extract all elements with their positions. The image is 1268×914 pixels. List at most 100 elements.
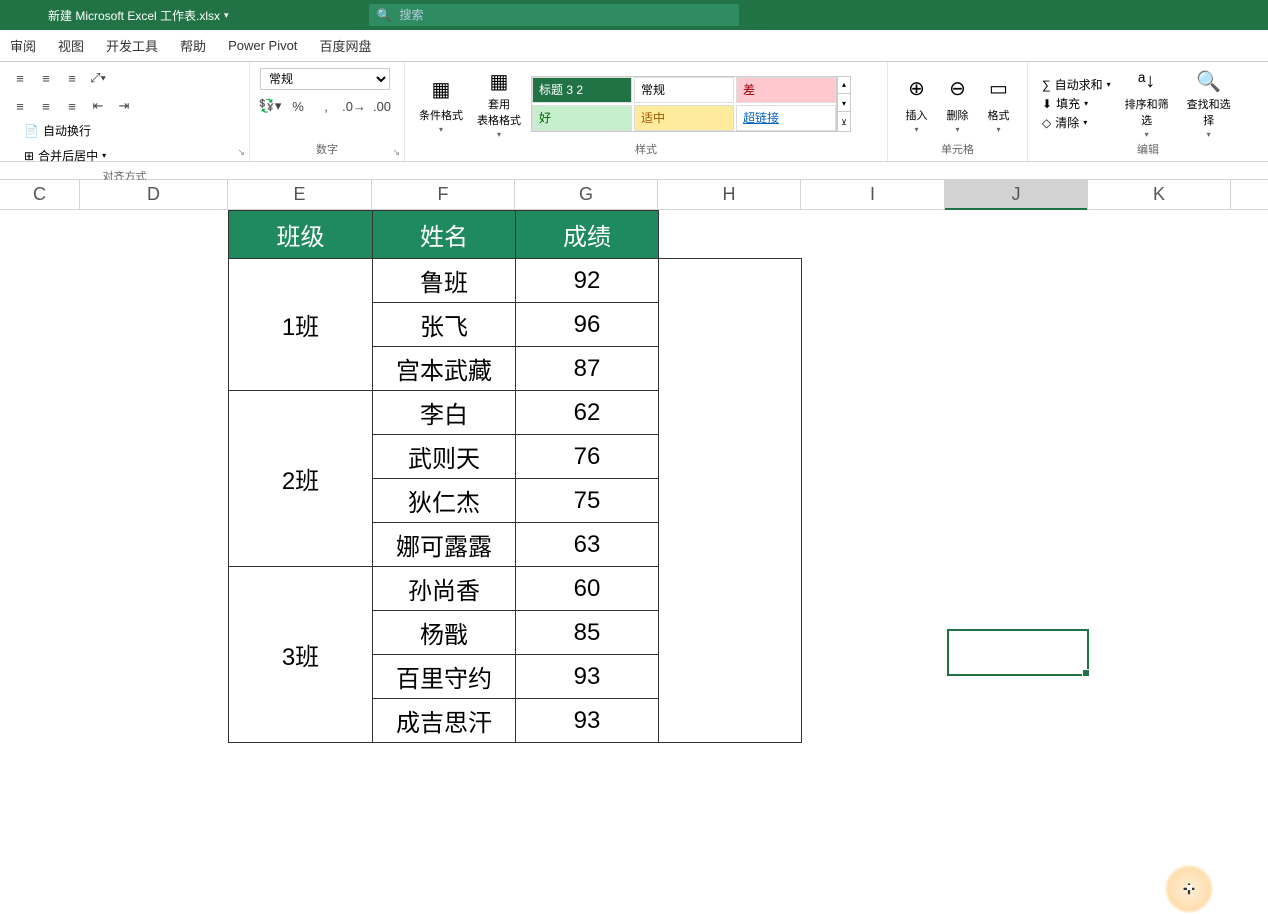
decrease-indent-icon[interactable]: ⇤ <box>88 96 108 116</box>
filename-text: 新建 Microsoft Excel 工作表.xlsx <box>48 7 220 24</box>
clear-button[interactable]: ◇清除▾ <box>1042 114 1111 131</box>
table-row[interactable]: 1班鲁班92 <box>229 259 802 303</box>
sort-filter-button[interactable]: ᵃ↓ 排序和筛选 ▾ <box>1121 69 1173 139</box>
fill-icon: ⬇ <box>1042 97 1052 111</box>
empty-column-h[interactable] <box>659 259 802 743</box>
autosum-button[interactable]: ∑自动求和▾ <box>1042 76 1111 93</box>
score-cell[interactable]: 62 <box>516 391 659 435</box>
name-cell[interactable]: 李白 <box>373 391 516 435</box>
score-cell[interactable]: 76 <box>516 435 659 479</box>
gallery-scroll-down[interactable]: ▾ <box>838 95 850 112</box>
name-cell[interactable]: 宫本武藏 <box>373 347 516 391</box>
merge-center-button[interactable]: ⊞ 合并后居中 ▾ <box>20 145 239 166</box>
conditional-format-button[interactable]: ▦ 条件格式 ▾ <box>415 69 467 139</box>
align-left-icon[interactable]: ≡ <box>10 96 30 116</box>
number-format-select[interactable]: 常规 <box>260 68 390 90</box>
align-right-icon[interactable]: ≡ <box>62 96 82 116</box>
increase-decimal-icon[interactable]: .0→ <box>344 96 364 116</box>
tab-review[interactable]: 审阅 <box>10 36 36 55</box>
column-header-H[interactable]: H <box>658 180 801 209</box>
name-cell[interactable]: 百里守约 <box>373 655 516 699</box>
fill-button[interactable]: ⬇填充▾ <box>1042 95 1111 112</box>
increase-indent-icon[interactable]: ⇥ <box>114 96 134 116</box>
column-header-I[interactable]: I <box>801 180 945 209</box>
filename-dropdown-icon[interactable]: ▾ <box>224 10 229 21</box>
table-header-name[interactable]: 姓名 <box>373 211 516 259</box>
score-cell[interactable]: 60 <box>516 567 659 611</box>
style-normal[interactable]: 常规 <box>634 77 734 103</box>
align-top-icon[interactable]: ≡ <box>10 68 30 88</box>
gallery-more[interactable]: ⊻ <box>838 114 850 131</box>
style-neutral[interactable]: 适中 <box>634 105 734 131</box>
name-cell[interactable]: 成吉思汗 <box>373 699 516 743</box>
insert-icon: ⊕ <box>901 73 933 105</box>
column-header-E[interactable]: E <box>228 180 372 209</box>
name-cell[interactable]: 孙尚香 <box>373 567 516 611</box>
alignment-dialog-launcher[interactable]: ↘ <box>237 147 245 158</box>
delete-icon: ⊖ <box>942 73 974 105</box>
percent-icon[interactable]: % <box>288 96 308 116</box>
column-header-G[interactable]: G <box>515 180 658 209</box>
search-icon: 🔍 <box>377 8 392 22</box>
tab-baidu[interactable]: 百度网盘 <box>319 36 371 55</box>
comma-icon[interactable]: , <box>316 96 336 116</box>
format-label: 格式 <box>988 107 1010 123</box>
search-input[interactable] <box>400 8 731 22</box>
filename[interactable]: 新建 Microsoft Excel 工作表.xlsx ▾ <box>48 7 229 24</box>
table-header-class[interactable]: 班级 <box>229 211 373 259</box>
tab-help[interactable]: 帮助 <box>180 36 206 55</box>
style-bad[interactable]: 差 <box>736 77 836 103</box>
align-middle-icon[interactable]: ≡ <box>36 68 56 88</box>
score-cell[interactable]: 75 <box>516 479 659 523</box>
delete-button[interactable]: ⊖ 删除 ▾ <box>941 68 974 138</box>
class-cell[interactable]: 2班 <box>229 391 373 567</box>
column-header-C[interactable]: C <box>0 180 80 209</box>
format-as-table-button[interactable]: ▦ 套用 表格格式 ▾ <box>473 69 525 139</box>
tab-powerpivot[interactable]: Power Pivot <box>228 38 297 53</box>
score-cell[interactable]: 63 <box>516 523 659 567</box>
format-button[interactable]: ▭ 格式 ▾ <box>982 68 1015 138</box>
name-cell[interactable]: 武则天 <box>373 435 516 479</box>
class-cell[interactable]: 3班 <box>229 567 373 743</box>
chevron-down-icon: ▾ <box>1107 80 1111 89</box>
score-cell[interactable]: 85 <box>516 611 659 655</box>
column-header-K[interactable]: K <box>1088 180 1231 209</box>
chevron-down-icon: ▾ <box>439 125 443 134</box>
table-header-score[interactable]: 成绩 <box>516 211 659 259</box>
cell-styles-gallery[interactable]: 标题 3 2 常规 差 好 适中 超链接 <box>531 76 837 132</box>
wrap-text-button[interactable]: 📄 自动换行 <box>20 120 239 141</box>
tab-devtools[interactable]: 开发工具 <box>106 36 158 55</box>
align-bottom-icon[interactable]: ≡ <box>62 68 82 88</box>
name-cell[interactable]: 鲁班 <box>373 259 516 303</box>
name-cell[interactable]: 杨戬 <box>373 611 516 655</box>
style-hyperlink[interactable]: 超链接 <box>736 105 836 131</box>
column-header-F[interactable]: F <box>372 180 515 209</box>
search-box[interactable]: 🔍 <box>369 4 739 26</box>
score-cell[interactable]: 96 <box>516 303 659 347</box>
style-heading[interactable]: 标题 3 2 <box>532 77 632 103</box>
name-cell[interactable]: 狄仁杰 <box>373 479 516 523</box>
ribbon-tabs: 审阅 视图 开发工具 帮助 Power Pivot 百度网盘 <box>0 30 1268 62</box>
name-cell[interactable]: 张飞 <box>373 303 516 347</box>
name-cell[interactable]: 娜可露露 <box>373 523 516 567</box>
score-cell[interactable]: 93 <box>516 655 659 699</box>
number-dialog-launcher[interactable]: ↘ <box>392 147 400 158</box>
column-header-D[interactable]: D <box>80 180 228 209</box>
insert-button[interactable]: ⊕ 插入 ▾ <box>900 68 933 138</box>
score-cell[interactable]: 93 <box>516 699 659 743</box>
currency-icon[interactable]: 💱▾ <box>260 96 280 116</box>
orientation-icon[interactable]: ⤢▾ <box>88 68 108 88</box>
worksheet[interactable]: 班级姓名成绩1班鲁班92张飞96宫本武藏872班李白62武则天76狄仁杰75娜可… <box>0 210 1268 910</box>
column-header-J[interactable]: J <box>945 180 1088 209</box>
align-center-icon[interactable]: ≡ <box>36 96 56 116</box>
style-good[interactable]: 好 <box>532 105 632 131</box>
score-cell[interactable]: 87 <box>516 347 659 391</box>
class-cell[interactable]: 1班 <box>229 259 373 391</box>
decrease-decimal-icon[interactable]: .00 <box>372 96 392 116</box>
group-cells: ⊕ 插入 ▾ ⊖ 删除 ▾ ▭ 格式 ▾ 单元格 <box>888 62 1028 161</box>
data-table[interactable]: 班级姓名成绩1班鲁班92张飞96宫本武藏872班李白62武则天76狄仁杰75娜可… <box>228 210 802 743</box>
find-select-button[interactable]: 🔍 查找和选择 ▾ <box>1183 69 1235 139</box>
tab-view[interactable]: 视图 <box>58 36 84 55</box>
score-cell[interactable]: 92 <box>516 259 659 303</box>
gallery-scroll-up[interactable]: ▴ <box>838 77 850 94</box>
